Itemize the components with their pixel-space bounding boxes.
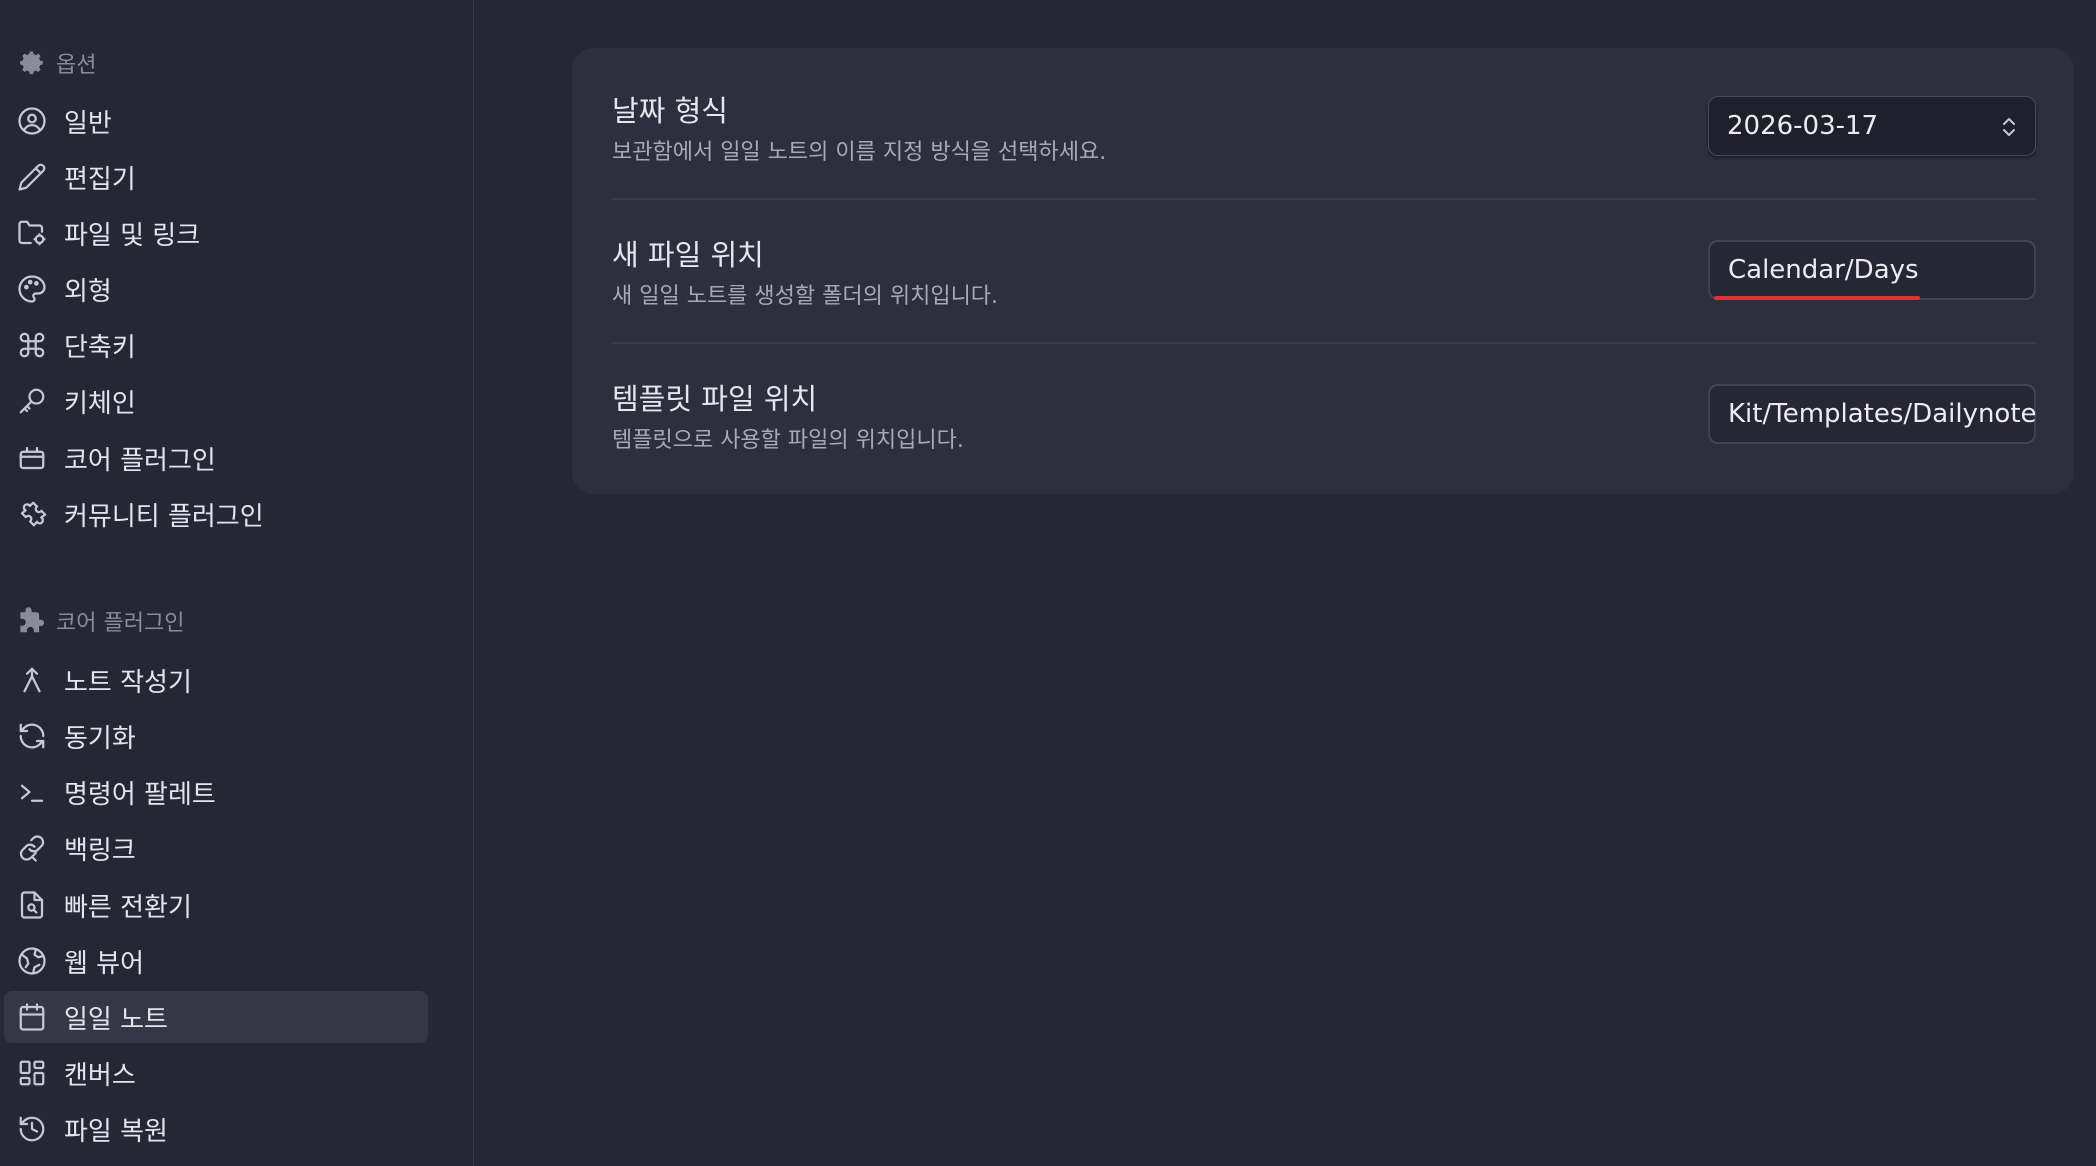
sidebar-item-label: 백링크 (64, 835, 136, 866)
sidebar-item-label: 키체인 (64, 388, 136, 419)
date-format-select[interactable]: 2026-03-17 (1708, 96, 2036, 156)
daily-notes-settings-panel: 날짜 형식 보관함에서 일일 노트의 이름 지정 방식을 선택하세요. 2026… (572, 48, 2074, 494)
sidebar-item-label: 웹 뷰어 (64, 948, 145, 979)
sidebar-item-canvas[interactable]: 캔버스 (4, 1047, 428, 1099)
sidebar-item-label: 외형 (64, 276, 112, 307)
sidebar-item-hotkeys[interactable]: 단축키 (4, 319, 428, 371)
sidebar-item-label: 단축키 (64, 332, 136, 363)
sidebar-item-label: 커뮤니티 플러그인 (64, 501, 264, 532)
sidebar-item-label: 일반 (64, 108, 112, 139)
sidebar-item-command-palette[interactable]: 명령어 팔레트 (4, 766, 428, 818)
settings-sidebar: 옵션 일반 편집기 파일 및 링크 외형 단축키 키체인 코어 플러그인 커뮤니… (0, 0, 474, 1166)
setting-description: 새 일일 노트를 생성할 폴더의 위치입니다. (612, 284, 999, 309)
sidebar-item-daily-notes[interactable]: 일일 노트 (4, 991, 428, 1043)
sidebar-item-label: 동기화 (64, 723, 136, 754)
input-value: Kit/Templates/Dailynote (1728, 399, 2037, 429)
sidebar-item-label: 코어 플러그인 (64, 445, 216, 476)
sidebar-item-keychain[interactable]: 키체인 (4, 375, 428, 427)
sidebar-item-quick-switcher[interactable]: 빠른 전환기 (4, 879, 428, 931)
folder-cog-icon (16, 217, 48, 249)
setting-name: 날짜 형식 (612, 94, 728, 128)
sidebar-item-backlinks[interactable]: 백링크 (4, 822, 428, 874)
setting-name: 템플릿 파일 위치 (612, 382, 818, 416)
sidebar-item-label: 빠른 전환기 (64, 892, 192, 923)
merge-icon (16, 664, 48, 696)
sidebar-item-note-composer[interactable]: 노트 작성기 (4, 654, 428, 706)
spellcheck-underline (1714, 296, 1920, 300)
gear-icon (16, 48, 46, 78)
sidebar-item-core-plugins[interactable]: 코어 플러그인 (4, 432, 428, 484)
refresh-icon (16, 720, 48, 752)
settings-content: 날짜 형식 보관함에서 일일 노트의 이름 지정 방식을 선택하세요. 2026… (475, 0, 2096, 1166)
puzzle-icon (16, 498, 48, 530)
puzzle-icon (16, 606, 46, 636)
setting-name: 새 파일 위치 (612, 238, 764, 272)
sidebar-item-label: 캔버스 (64, 1060, 136, 1091)
command-icon (16, 329, 48, 361)
settings-window: 옵션 일반 편집기 파일 및 링크 외형 단축키 키체인 코어 플러그인 커뮤니… (0, 0, 2096, 1166)
file-search-icon (16, 889, 48, 921)
sidebar-item-general[interactable]: 일반 (4, 95, 428, 147)
calendar-icon (16, 1001, 48, 1033)
sidebar-item-label: 편집기 (64, 164, 136, 195)
select-value: 2026-03-17 (1727, 111, 1879, 141)
setting-template-file-location: 템플릿 파일 위치 템플릿으로 사용할 파일의 위치입니다. Kit/Templ… (612, 336, 2037, 480)
template-file-location-input[interactable]: Kit/Templates/Dailynote (1708, 384, 2037, 444)
terminal-icon (16, 776, 48, 808)
sidebar-item-community-plugins[interactable]: 커뮤니티 플러그인 (4, 488, 428, 540)
sidebar-item-label: 명령어 팔레트 (64, 779, 216, 810)
sidebar-item-label: 파일 및 링크 (64, 220, 201, 251)
palette-icon (16, 273, 48, 305)
setting-description: 템플릿으로 사용할 파일의 위치입니다. (612, 428, 964, 453)
key-icon (16, 385, 48, 417)
chevron-up-down-icon (1999, 113, 2019, 141)
sidebar-item-web-viewer[interactable]: 웹 뷰어 (4, 935, 428, 987)
new-file-location-input[interactable]: Calendar/Days (1708, 240, 2036, 300)
sidebar-item-label: 노트 작성기 (64, 667, 192, 698)
options-section-header: 옵션 (16, 45, 96, 81)
sidebar-item-label: 일일 노트 (64, 1004, 168, 1035)
pencil-icon (16, 161, 48, 193)
options-header-label: 옵션 (56, 53, 97, 78)
globe-icon (16, 945, 48, 977)
sidebar-item-sync[interactable]: 동기화 (4, 710, 428, 762)
briefcase-icon (16, 442, 48, 474)
sidebar-item-editor[interactable]: 편집기 (4, 151, 428, 203)
setting-new-file-location: 새 파일 위치 새 일일 노트를 생성할 폴더의 위치입니다. Calendar… (612, 192, 2036, 336)
setting-date-format: 날짜 형식 보관함에서 일일 노트의 이름 지정 방식을 선택하세요. 2026… (612, 48, 2036, 192)
input-value: Calendar/Days (1728, 255, 1919, 285)
setting-description: 보관함에서 일일 노트의 이름 지정 방식을 선택하세요. (612, 140, 1107, 165)
sidebar-item-label: 파일 복원 (64, 1116, 168, 1147)
user-circle-icon (16, 105, 48, 137)
sidebar-item-files-links[interactable]: 파일 및 링크 (4, 207, 428, 259)
backlink-icon (16, 832, 48, 864)
grid-icon (16, 1057, 48, 1089)
sidebar-item-appearance[interactable]: 외형 (4, 263, 428, 315)
history-icon (16, 1113, 48, 1145)
core-header-label: 코어 플러그인 (56, 611, 185, 636)
core-plugins-section-header: 코어 플러그인 (16, 603, 184, 639)
sidebar-item-file-recovery[interactable]: 파일 복원 (4, 1103, 428, 1155)
